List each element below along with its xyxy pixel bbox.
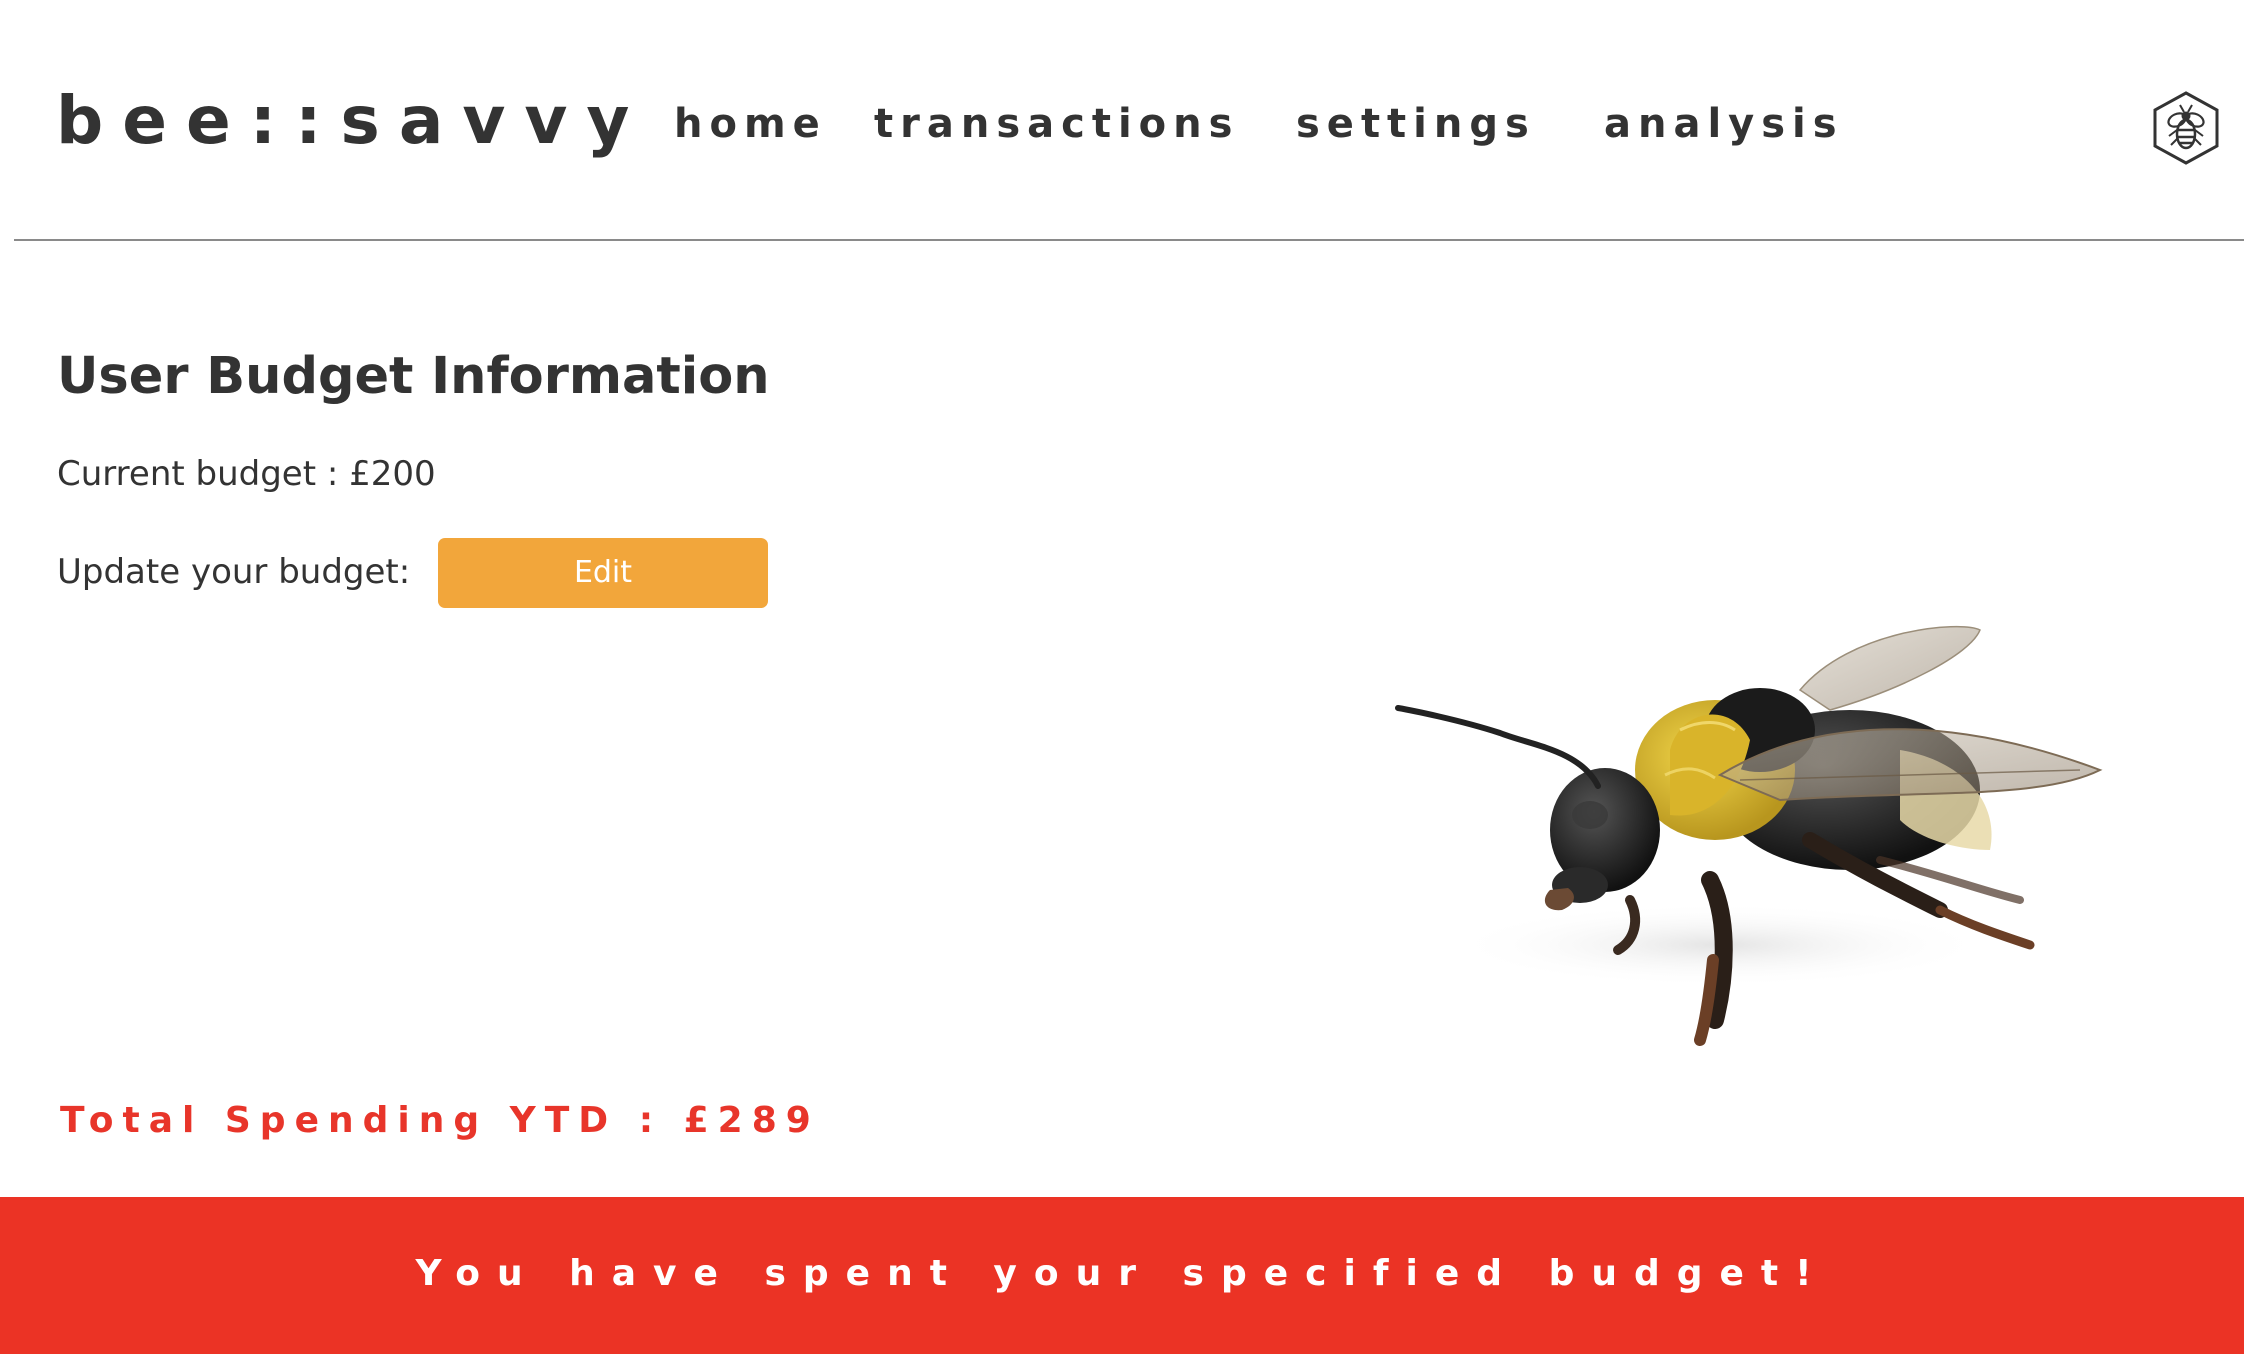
bee-hexagon-icon[interactable] [2151, 90, 2221, 166]
update-budget-label: Update your budget: [57, 552, 411, 592]
nav-transactions[interactable]: transactions [874, 96, 1239, 152]
nav-home[interactable]: home [674, 96, 827, 152]
page-title: User Budget Information [57, 347, 770, 406]
nav-analysis[interactable]: analysis [1604, 96, 1844, 152]
header-divider [14, 239, 2244, 241]
edit-budget-button[interactable]: Edit [438, 538, 768, 608]
budget-exceeded-message: You have spent your specified budget! [415, 1253, 1829, 1294]
budget-exceeded-banner: You have spent your specified budget! [0, 1197, 2244, 1354]
app-logo[interactable]: bee::savvy [56, 78, 648, 164]
current-budget-text: Current budget : £200 [57, 454, 436, 494]
total-spending-ytd: Total Spending YTD : £289 [60, 1100, 820, 1141]
page: bee::savvy home transactions settings an… [0, 0, 2244, 1354]
nav-settings[interactable]: settings [1296, 96, 1536, 152]
bumblebee-image [1380, 600, 2140, 1060]
